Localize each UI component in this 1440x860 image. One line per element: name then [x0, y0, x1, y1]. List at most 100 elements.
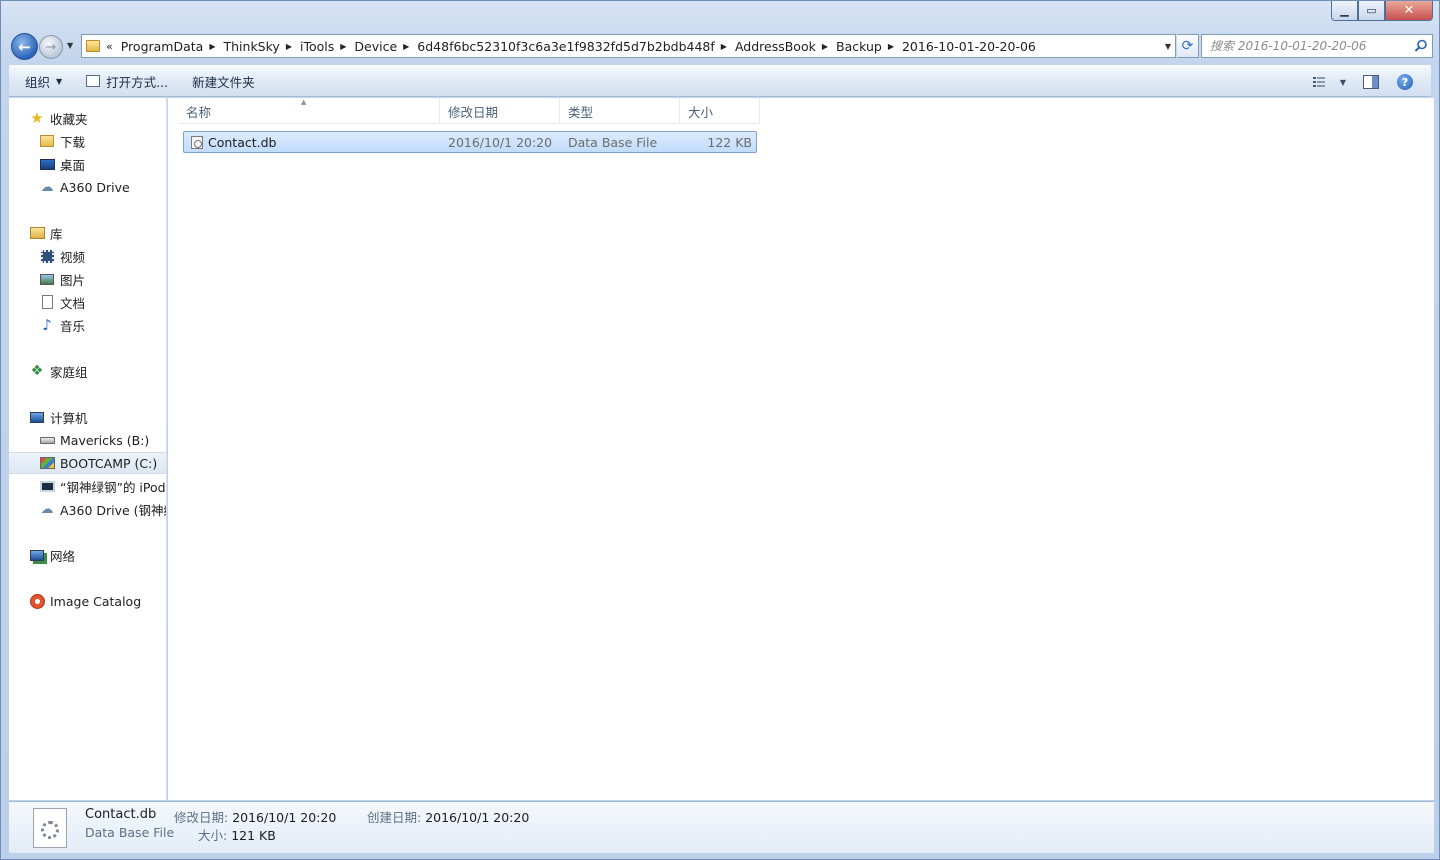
nav-network[interactable]: 网络	[9, 544, 166, 566]
breadcrumb-separator-icon[interactable]: ▶	[888, 42, 894, 51]
breadcrumb-item[interactable]: ThinkSky	[223, 39, 279, 54]
refresh-button[interactable]: ⟳	[1177, 34, 1199, 58]
video-icon	[39, 248, 55, 264]
search-box[interactable]	[1201, 34, 1433, 58]
column-name[interactable]: 名称 ▲	[178, 98, 440, 124]
nav-homegroup[interactable]: ❖ 家庭组	[9, 360, 166, 382]
column-label: 修改日期	[448, 104, 499, 120]
breadcrumb-separator-icon[interactable]: ▶	[403, 42, 409, 51]
column-headers: 名称 ▲ 修改日期 类型 大小	[178, 98, 760, 124]
nav-label: 桌面	[60, 157, 86, 173]
network-icon	[29, 547, 45, 563]
minimize-button[interactable]: ▁	[1331, 1, 1358, 21]
new-folder-label: 新建文件夹	[192, 74, 255, 90]
nav-label: A360 Drive (钢神绿钢)	[60, 502, 166, 518]
details-size-label: 大小:	[198, 828, 228, 843]
breadcrumb-item[interactable]: iTools	[300, 39, 334, 54]
file-row-selected[interactable]: Contact.db 2016/10/1 20:20 Data Base Fil…	[183, 131, 757, 153]
nav-label: Image Catalog	[50, 593, 142, 609]
nav-image-catalog[interactable]: Image Catalog	[9, 590, 166, 612]
details-pane: Contact.db Data Base File 修改日期: 2016/10/…	[9, 801, 1434, 853]
details-file-type: Data Base File	[85, 825, 175, 840]
view-list-icon	[1313, 77, 1325, 87]
nav-documents[interactable]: 文档	[9, 291, 166, 313]
documents-icon	[39, 294, 55, 310]
nav-label: “钢神绿钢”的 iPod	[60, 479, 166, 495]
breadcrumb-separator-icon[interactable]: ▶	[822, 42, 828, 51]
nav-ipod[interactable]: “钢神绿钢”的 iPod	[9, 475, 166, 497]
details-modified-value: 2016/10/1 20:20	[232, 810, 337, 825]
file-size: 122 KB	[707, 134, 752, 150]
system-drive-icon	[39, 455, 55, 471]
breadcrumb-overflow[interactable]: «	[106, 40, 113, 53]
cloud-drive-icon: ☁	[40, 501, 54, 517]
column-size[interactable]: 大小	[680, 98, 760, 124]
nav-label: 音乐	[60, 318, 86, 334]
nav-videos[interactable]: 视频	[9, 245, 166, 267]
details-modified-label: 修改日期:	[174, 810, 229, 825]
breadcrumb-item-current[interactable]: 2016-10-01-20-20-06	[902, 39, 1036, 54]
nav-drive-c[interactable]: BOOTCAMP (C:)	[9, 452, 166, 474]
preview-pane-button[interactable]	[1357, 70, 1385, 94]
nav-label: 家庭组	[50, 364, 88, 380]
address-bar[interactable]: « ProgramData ▶ ThinkSky ▶ iTools ▶ Devi…	[81, 34, 1176, 58]
command-bar: 组织 ▼ 打开方式... 新建文件夹 ▼ ?	[9, 65, 1431, 97]
breadcrumb-separator-icon[interactable]: ▶	[209, 42, 215, 51]
change-view-button[interactable]	[1307, 70, 1335, 94]
breadcrumb-item[interactable]: AddressBook	[735, 39, 816, 54]
organize-button[interactable]: 组织 ▼	[17, 69, 70, 93]
breadcrumb-separator-icon[interactable]: ▶	[721, 42, 727, 51]
computer-icon	[29, 409, 45, 425]
close-button[interactable]: ✕	[1385, 1, 1433, 21]
preview-pane-icon	[1363, 75, 1379, 89]
open-with-button[interactable]: 打开方式...	[78, 69, 176, 93]
forward-button[interactable]: →	[39, 35, 63, 59]
details-created-value: 2016/10/1 20:20	[425, 810, 530, 825]
back-button[interactable]: ←	[11, 33, 38, 60]
details-file-name: Contact.db	[85, 807, 157, 822]
breadcrumb-item[interactable]: 6d48f6bc52310f3c6a3e1f9832fd5d7b2bdb448f	[417, 39, 715, 54]
nav-downloads[interactable]: 下载	[9, 130, 166, 152]
nav-label: BOOTCAMP (C:)	[60, 455, 158, 471]
nav-a360-drive[interactable]: ☁ A360 Drive	[9, 176, 166, 198]
view-controls: ▼ ?	[1307, 70, 1419, 94]
column-type[interactable]: 类型	[560, 98, 680, 124]
nav-label: 计算机	[50, 410, 88, 426]
address-dropdown-icon[interactable]: ▼	[1165, 42, 1171, 51]
breadcrumb-item[interactable]: ProgramData	[121, 39, 204, 54]
nav-drive-b[interactable]: Mavericks (B:)	[9, 429, 166, 451]
breadcrumb-separator-icon[interactable]: ▶	[340, 42, 346, 51]
help-icon: ?	[1397, 74, 1413, 90]
view-options-dropdown[interactable]: ▼	[1335, 70, 1351, 94]
music-note-icon: ♪	[42, 316, 52, 334]
nav-label: 视频	[60, 249, 86, 265]
chevron-down-icon: ▼	[56, 76, 63, 86]
sort-ascending-icon: ▲	[301, 98, 307, 106]
new-folder-button[interactable]: 新建文件夹	[184, 69, 263, 93]
nav-label: 库	[50, 226, 63, 242]
breadcrumb-separator-icon[interactable]: ▶	[286, 42, 292, 51]
nav-favorites[interactable]: ★ 收藏夹	[9, 107, 166, 129]
nav-label: 图片	[60, 272, 86, 288]
breadcrumb-item[interactable]: Backup	[836, 39, 882, 54]
navigation-pane: ★ 收藏夹 下载 桌面 ☁ A360 Drive 库 视频 图片 文档 ♪ 音乐…	[9, 98, 167, 800]
column-label: 类型	[568, 104, 594, 120]
nav-pictures[interactable]: 图片	[9, 268, 166, 290]
cloud-drive-icon: ☁	[40, 179, 54, 195]
downloads-folder-icon	[39, 133, 55, 149]
breadcrumb-item[interactable]: Device	[354, 39, 397, 54]
nav-music[interactable]: ♪ 音乐	[9, 314, 166, 336]
nav-label: Mavericks (B:)	[60, 432, 150, 448]
nav-libraries[interactable]: 库	[9, 222, 166, 244]
nav-a360-drive-network[interactable]: ☁ A360 Drive (钢神绿钢)	[9, 498, 167, 520]
search-icon[interactable]	[1414, 39, 1428, 53]
column-date-modified[interactable]: 修改日期	[440, 98, 560, 124]
nav-computer[interactable]: 计算机	[9, 406, 166, 428]
maximize-button[interactable]: ▭	[1358, 1, 1385, 21]
desktop-icon	[39, 156, 55, 172]
address-row: ← → ▼ « ProgramData ▶ ThinkSky ▶ iTools …	[9, 32, 1433, 60]
search-input[interactable]	[1210, 39, 1406, 53]
help-button[interactable]: ?	[1391, 70, 1419, 94]
nav-desktop[interactable]: 桌面	[9, 153, 166, 175]
recent-pages-dropdown[interactable]: ▼	[67, 41, 73, 50]
